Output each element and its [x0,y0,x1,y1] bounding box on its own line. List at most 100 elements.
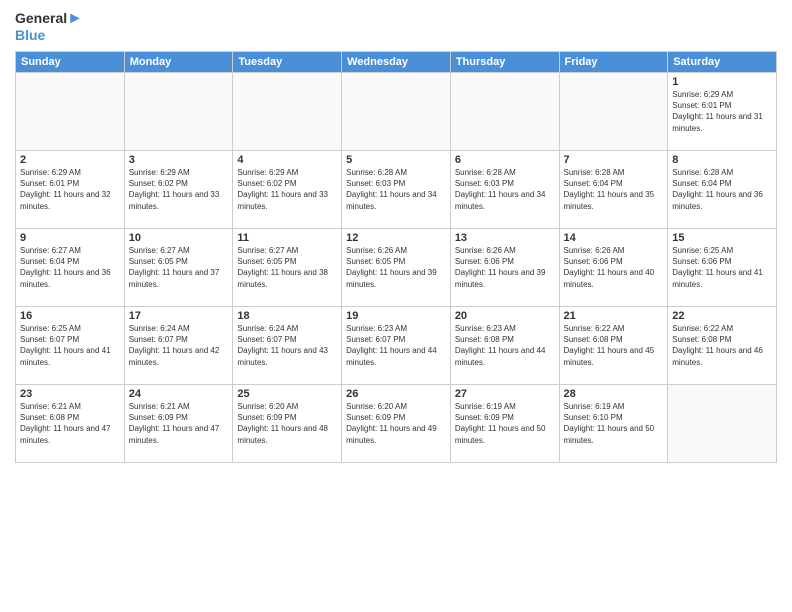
day-cell-14: 14Sunrise: 6:26 AM Sunset: 6:06 PM Dayli… [559,228,668,306]
week-row-4: 16Sunrise: 6:25 AM Sunset: 6:07 PM Dayli… [16,306,777,384]
day-cell-empty [342,72,451,150]
header: General► Blue [15,10,777,43]
day-number: 8 [672,154,772,166]
day-info: Sunrise: 6:21 AM Sunset: 6:09 PM Dayligh… [129,401,229,446]
day-info: Sunrise: 6:19 AM Sunset: 6:10 PM Dayligh… [564,401,664,446]
day-cell-empty [16,72,125,150]
day-cell-28: 28Sunrise: 6:19 AM Sunset: 6:10 PM Dayli… [559,384,668,462]
day-info: Sunrise: 6:26 AM Sunset: 6:05 PM Dayligh… [346,245,446,290]
day-info: Sunrise: 6:26 AM Sunset: 6:06 PM Dayligh… [455,245,555,290]
day-cell-empty [124,72,233,150]
day-cell-empty [450,72,559,150]
day-cell-9: 9Sunrise: 6:27 AM Sunset: 6:04 PM Daylig… [16,228,125,306]
week-row-1: 1Sunrise: 6:29 AM Sunset: 6:01 PM Daylig… [16,72,777,150]
day-number: 9 [20,232,120,244]
day-info: Sunrise: 6:28 AM Sunset: 6:03 PM Dayligh… [455,167,555,212]
day-info: Sunrise: 6:23 AM Sunset: 6:08 PM Dayligh… [455,323,555,368]
day-cell-empty [668,384,777,462]
day-number: 12 [346,232,446,244]
day-number: 22 [672,310,772,322]
day-cell-20: 20Sunrise: 6:23 AM Sunset: 6:08 PM Dayli… [450,306,559,384]
day-cell-16: 16Sunrise: 6:25 AM Sunset: 6:07 PM Dayli… [16,306,125,384]
header-sunday: Sunday [16,51,125,72]
day-number: 28 [564,388,664,400]
logo-blue-text: Blue [15,28,83,43]
day-number: 10 [129,232,229,244]
day-cell-19: 19Sunrise: 6:23 AM Sunset: 6:07 PM Dayli… [342,306,451,384]
day-number: 15 [672,232,772,244]
day-number: 14 [564,232,664,244]
header-wednesday: Wednesday [342,51,451,72]
day-info: Sunrise: 6:29 AM Sunset: 6:02 PM Dayligh… [237,167,337,212]
day-cell-4: 4Sunrise: 6:29 AM Sunset: 6:02 PM Daylig… [233,150,342,228]
day-number: 11 [237,232,337,244]
day-cell-12: 12Sunrise: 6:26 AM Sunset: 6:05 PM Dayli… [342,228,451,306]
day-info: Sunrise: 6:24 AM Sunset: 6:07 PM Dayligh… [129,323,229,368]
day-cell-23: 23Sunrise: 6:21 AM Sunset: 6:08 PM Dayli… [16,384,125,462]
day-cell-empty [559,72,668,150]
day-number: 19 [346,310,446,322]
day-number: 3 [129,154,229,166]
day-info: Sunrise: 6:22 AM Sunset: 6:08 PM Dayligh… [564,323,664,368]
day-info: Sunrise: 6:26 AM Sunset: 6:06 PM Dayligh… [564,245,664,290]
day-cell-18: 18Sunrise: 6:24 AM Sunset: 6:07 PM Dayli… [233,306,342,384]
day-info: Sunrise: 6:28 AM Sunset: 6:04 PM Dayligh… [672,167,772,212]
day-cell-10: 10Sunrise: 6:27 AM Sunset: 6:05 PM Dayli… [124,228,233,306]
day-number: 27 [455,388,555,400]
day-number: 26 [346,388,446,400]
day-info: Sunrise: 6:20 AM Sunset: 6:09 PM Dayligh… [346,401,446,446]
logo-general-text: General► [15,10,83,28]
day-cell-8: 8Sunrise: 6:28 AM Sunset: 6:04 PM Daylig… [668,150,777,228]
day-number: 13 [455,232,555,244]
day-info: Sunrise: 6:28 AM Sunset: 6:03 PM Dayligh… [346,167,446,212]
day-info: Sunrise: 6:21 AM Sunset: 6:08 PM Dayligh… [20,401,120,446]
header-thursday: Thursday [450,51,559,72]
calendar-table: SundayMondayTuesdayWednesdayThursdayFrid… [15,51,777,463]
day-number: 16 [20,310,120,322]
day-number: 25 [237,388,337,400]
day-cell-22: 22Sunrise: 6:22 AM Sunset: 6:08 PM Dayli… [668,306,777,384]
day-cell-2: 2Sunrise: 6:29 AM Sunset: 6:01 PM Daylig… [16,150,125,228]
week-row-3: 9Sunrise: 6:27 AM Sunset: 6:04 PM Daylig… [16,228,777,306]
day-cell-11: 11Sunrise: 6:27 AM Sunset: 6:05 PM Dayli… [233,228,342,306]
day-cell-15: 15Sunrise: 6:25 AM Sunset: 6:06 PM Dayli… [668,228,777,306]
day-number: 5 [346,154,446,166]
day-info: Sunrise: 6:22 AM Sunset: 6:08 PM Dayligh… [672,323,772,368]
day-cell-24: 24Sunrise: 6:21 AM Sunset: 6:09 PM Dayli… [124,384,233,462]
day-cell-1: 1Sunrise: 6:29 AM Sunset: 6:01 PM Daylig… [668,72,777,150]
day-cell-21: 21Sunrise: 6:22 AM Sunset: 6:08 PM Dayli… [559,306,668,384]
day-number: 4 [237,154,337,166]
day-cell-5: 5Sunrise: 6:28 AM Sunset: 6:03 PM Daylig… [342,150,451,228]
day-number: 1 [672,76,772,88]
day-info: Sunrise: 6:20 AM Sunset: 6:09 PM Dayligh… [237,401,337,446]
day-cell-6: 6Sunrise: 6:28 AM Sunset: 6:03 PM Daylig… [450,150,559,228]
day-number: 20 [455,310,555,322]
day-info: Sunrise: 6:29 AM Sunset: 6:02 PM Dayligh… [129,167,229,212]
week-row-2: 2Sunrise: 6:29 AM Sunset: 6:01 PM Daylig… [16,150,777,228]
day-info: Sunrise: 6:27 AM Sunset: 6:05 PM Dayligh… [129,245,229,290]
day-cell-13: 13Sunrise: 6:26 AM Sunset: 6:06 PM Dayli… [450,228,559,306]
day-info: Sunrise: 6:25 AM Sunset: 6:06 PM Dayligh… [672,245,772,290]
header-monday: Monday [124,51,233,72]
page: General► Blue SundayMondayTuesdayWednesd… [0,0,792,612]
header-friday: Friday [559,51,668,72]
week-row-5: 23Sunrise: 6:21 AM Sunset: 6:08 PM Dayli… [16,384,777,462]
header-tuesday: Tuesday [233,51,342,72]
day-info: Sunrise: 6:24 AM Sunset: 6:07 PM Dayligh… [237,323,337,368]
day-info: Sunrise: 6:28 AM Sunset: 6:04 PM Dayligh… [564,167,664,212]
logo: General► Blue [15,10,83,43]
day-info: Sunrise: 6:29 AM Sunset: 6:01 PM Dayligh… [20,167,120,212]
day-info: Sunrise: 6:23 AM Sunset: 6:07 PM Dayligh… [346,323,446,368]
day-info: Sunrise: 6:19 AM Sunset: 6:09 PM Dayligh… [455,401,555,446]
day-number: 2 [20,154,120,166]
day-cell-17: 17Sunrise: 6:24 AM Sunset: 6:07 PM Dayli… [124,306,233,384]
day-cell-25: 25Sunrise: 6:20 AM Sunset: 6:09 PM Dayli… [233,384,342,462]
day-info: Sunrise: 6:27 AM Sunset: 6:04 PM Dayligh… [20,245,120,290]
day-number: 23 [20,388,120,400]
day-number: 6 [455,154,555,166]
day-number: 7 [564,154,664,166]
day-cell-empty [233,72,342,150]
day-info: Sunrise: 6:29 AM Sunset: 6:01 PM Dayligh… [672,89,772,134]
day-info: Sunrise: 6:25 AM Sunset: 6:07 PM Dayligh… [20,323,120,368]
day-number: 18 [237,310,337,322]
